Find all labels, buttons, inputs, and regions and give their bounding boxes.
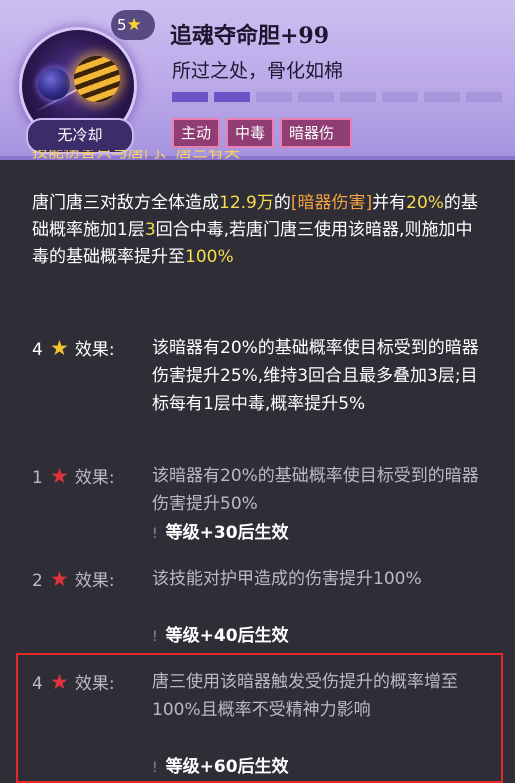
info-icon: ! xyxy=(152,629,158,645)
purple-orb-icon xyxy=(38,68,70,100)
tag-hidden-weapon: 暗器伤 xyxy=(280,118,353,148)
gold-star-icon: ★ xyxy=(50,336,69,360)
progress-segment xyxy=(466,92,502,102)
poison-turns: 3 xyxy=(144,220,156,240)
skill-header: 无冷却 5★ 追魂夺命胆+99 所过之处，骨化如棉 主动 中毒 暗器伤 xyxy=(0,0,515,158)
boosted-rate: 100% xyxy=(185,247,234,267)
progress-segment xyxy=(382,92,418,102)
red-star-icon: ★ xyxy=(50,567,69,591)
effect-star-count: 4 xyxy=(32,340,43,360)
skill-subtitle: 所过之处，骨化如棉 xyxy=(172,60,344,82)
level-badge: 5★ xyxy=(111,10,155,40)
red-star-icon: ★ xyxy=(50,464,69,488)
effect-text: 该技能对护甲造成的伤害提升100% xyxy=(152,569,422,589)
level-number: 5 xyxy=(117,16,127,34)
highlight-box xyxy=(16,653,503,783)
skill-title: 追魂夺命胆+99 xyxy=(170,23,330,49)
progress-segment xyxy=(214,92,250,102)
progress-segment xyxy=(424,92,460,102)
info-icon: ! xyxy=(152,526,158,542)
tag-active: 主动 xyxy=(172,118,221,148)
skill-tags: 主动 中毒 暗器伤 xyxy=(172,118,353,148)
progress-segment xyxy=(340,92,376,102)
progress-segment xyxy=(172,92,208,102)
skill-description: 唐门唐三对敌方全体造成12.9万的[暗器伤害]并有20%的基础概率施加1层3回合… xyxy=(32,193,478,267)
unlock-requirement: ! 等级+40后生效 xyxy=(152,626,289,646)
upgrade-progress xyxy=(172,92,502,102)
damage-value: 12.9万 xyxy=(219,193,274,213)
effect-label: 效果: xyxy=(74,468,115,488)
unlock-requirement: ! 等级+30后生效 xyxy=(152,523,289,543)
effect-star-count: 1 xyxy=(32,468,43,488)
effect-label: 效果: xyxy=(74,571,115,591)
effect-text: 该暗器有20%的基础概率使目标受到的暗器伤害提升25%,维持3回合且最多叠加3层… xyxy=(152,338,479,414)
effect-label: 效果: xyxy=(74,340,115,360)
tag-poison: 中毒 xyxy=(226,118,275,148)
poison-rate: 20% xyxy=(406,193,444,213)
progress-segment xyxy=(298,92,334,102)
effect-star-count: 2 xyxy=(32,571,43,591)
effect-text: 该暗器有20%的基础概率使目标受到的暗器伤害提升50% xyxy=(152,466,479,514)
damage-type-keyword[interactable]: [暗器伤害] xyxy=(291,193,372,213)
scrolled-text-fragment: 技能伤害只与唐门、唐三有关 xyxy=(32,150,241,161)
star-icon: ★ xyxy=(126,15,142,35)
progress-segment xyxy=(256,92,292,102)
golden-orb-icon xyxy=(74,56,120,102)
cooldown-label: 无冷却 xyxy=(26,118,134,154)
